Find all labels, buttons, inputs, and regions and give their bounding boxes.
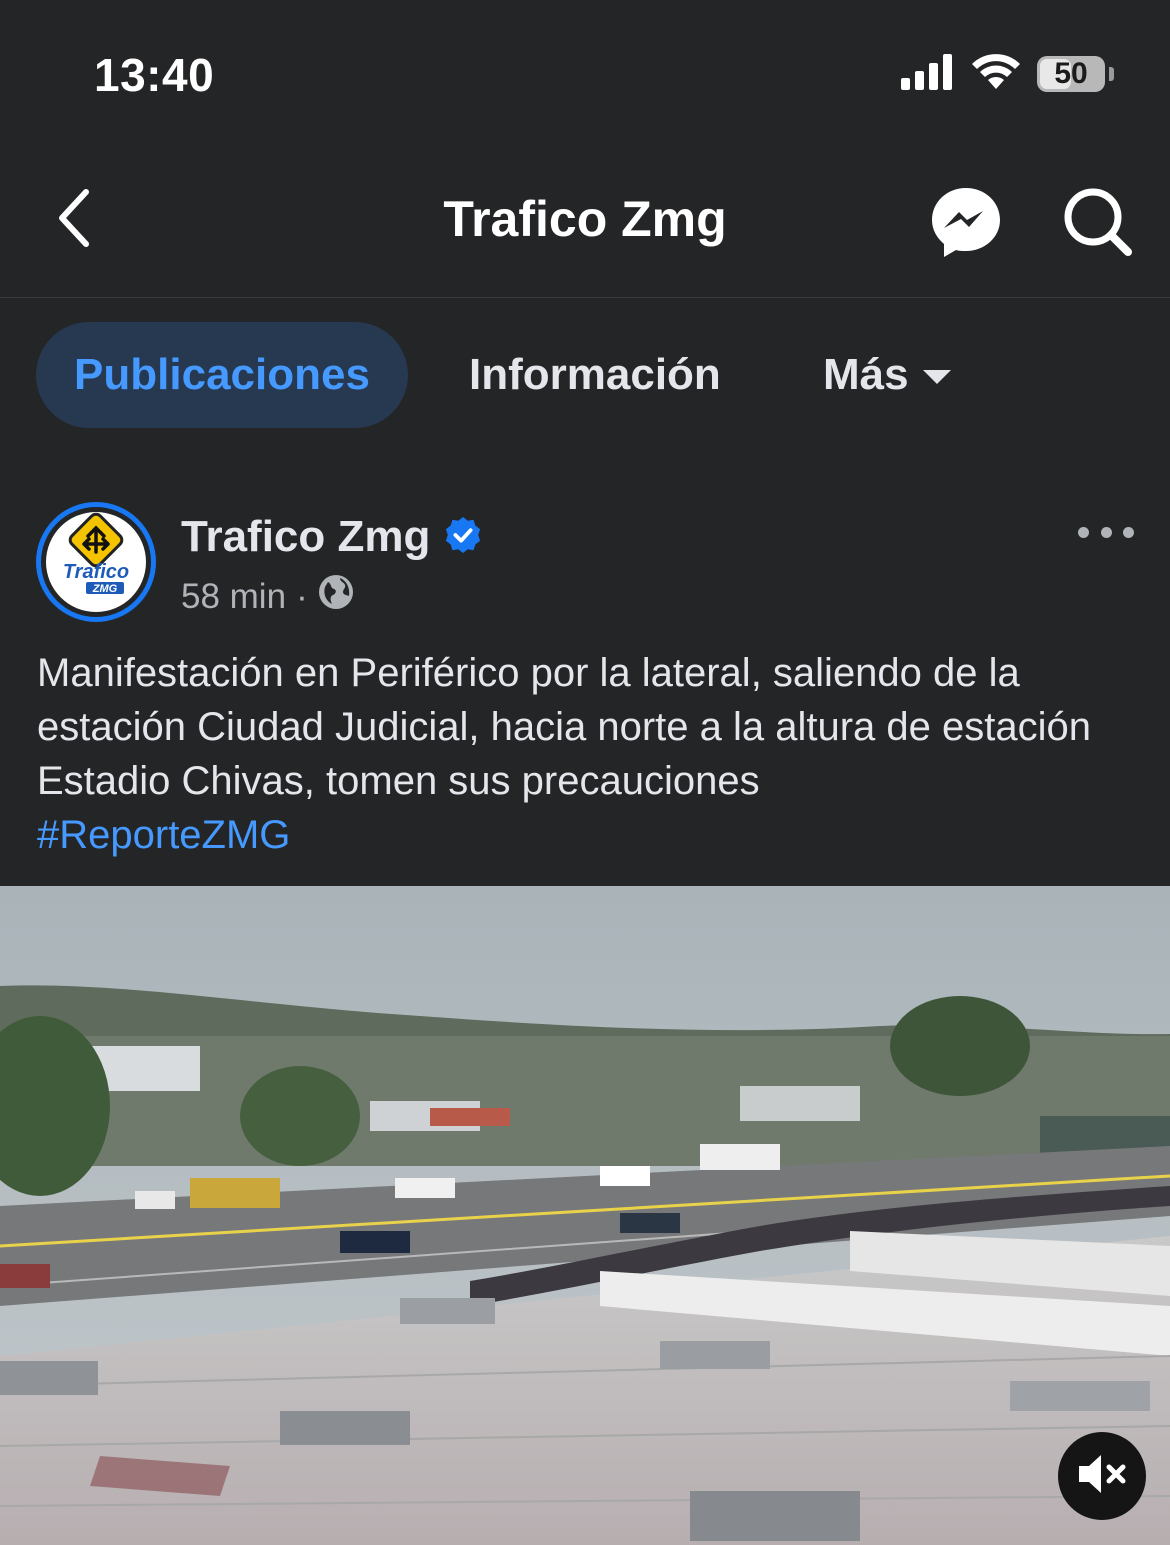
wifi-icon [971,53,1021,96]
cellular-signal-icon [901,53,955,95]
more-dot-icon [1123,526,1134,538]
tab-mas-label: Más [823,350,909,399]
battery-icon: 50 [1037,56,1105,92]
avatar[interactable]: Trafico ZMG [36,502,156,622]
search-icon [1060,188,1136,264]
post-video[interactable] [0,886,1170,1545]
globe-icon [318,574,354,619]
author-line: Trafico Zmg [181,512,482,562]
verified-badge-icon [444,516,482,559]
mute-button[interactable] [1058,1432,1146,1520]
status-bar: 13:40 50 [0,0,1170,140]
battery-level: 50 [1054,57,1088,90]
speaker-muted-icon [1075,1450,1129,1503]
post-meta: 58 min · [181,574,354,619]
page-header: Trafico Zmg [0,140,1170,298]
profile-tabs: Publicaciones Información Más [0,298,1170,458]
post-text: Manifestación en Periférico por la later… [37,651,1091,803]
post-options-button[interactable] [1078,518,1134,546]
tab-publicaciones[interactable]: Publicaciones [36,322,408,428]
meta-separator: · [296,576,308,616]
post-time[interactable]: 58 min [181,577,286,617]
avatar-logo-line2: ZMG [92,583,118,595]
tab-mas[interactable]: Más [823,322,951,428]
more-dot-icon [1078,526,1089,538]
hashtag-link[interactable]: #ReporteZMG [37,808,1137,862]
post-header: Trafico ZMG Trafico Zmg 58 min · [0,490,1170,630]
post-body: Manifestación en Periférico por la later… [37,646,1137,862]
author-name[interactable]: Trafico Zmg [181,512,430,562]
more-dot-icon [1100,526,1112,538]
tab-informacion[interactable]: Información [469,322,721,428]
messenger-icon [928,188,1004,264]
trafico-zmg-logo: Trafico ZMG [46,512,146,612]
search-button[interactable] [1060,184,1136,260]
avatar-logo-line1: Trafico [63,561,129,583]
video-frame [0,886,1170,1545]
caret-down-icon [922,370,951,384]
status-icons: 50 [901,52,1114,96]
messenger-button[interactable] [928,184,1004,260]
battery-terminal [1109,67,1114,81]
status-time: 13:40 [94,49,215,101]
